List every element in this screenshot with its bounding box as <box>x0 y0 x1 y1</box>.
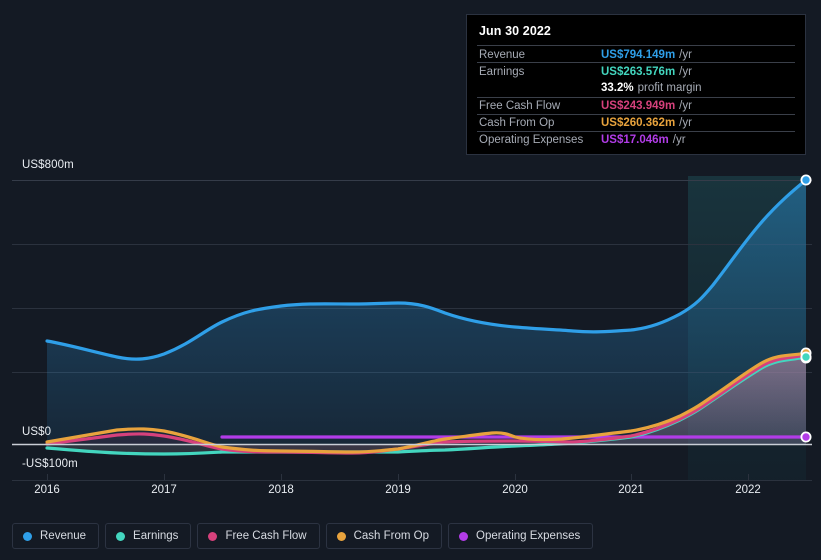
tooltip-key-operating-expenses: Operating Expenses <box>479 134 584 147</box>
x-axis-label-2018: 2018 <box>268 484 294 496</box>
tooltip-unit-operating-expenses: /yr <box>672 134 686 147</box>
legend-item-revenue[interactable]: Revenue <box>12 523 100 549</box>
revenue-endpoint-marker[interactable] <box>800 174 812 186</box>
y-axis-label-negative: -US$100m <box>22 458 78 470</box>
x-axis-label-2017: 2017 <box>151 484 177 496</box>
tooltip-value-earnings: US$263.576m <box>601 65 676 78</box>
x-axis-label-2019: 2019 <box>385 484 411 496</box>
earnings-endpoint-marker[interactable] <box>800 351 812 363</box>
tooltip-row-operating-expenses: Operating Expenses US$17.046m /yr <box>477 130 795 148</box>
x-axis-label-2021: 2021 <box>618 484 644 496</box>
tooltip-value-free-cash-flow: US$243.949m <box>601 100 676 113</box>
tooltip-row-cash-from-op: Cash From Op US$260.362m /yr <box>477 113 795 131</box>
tooltip-row-revenue: Revenue US$794.149m /yr <box>477 45 795 62</box>
tooltip-unit-free-cash-flow: /yr <box>679 100 692 113</box>
tooltip-key-cash-from-op: Cash From Op <box>479 117 555 130</box>
legend-item-earnings[interactable]: Earnings <box>105 523 192 549</box>
legend-dot-operating-expenses-icon <box>459 531 469 541</box>
legend-label-cash-from-op: Cash From Op <box>353 530 430 542</box>
x-axis-label-2020: 2020 <box>502 484 528 496</box>
legend-dot-revenue-icon <box>23 531 32 541</box>
y-axis-label-zero: US$0 <box>22 426 52 438</box>
tooltip-key-free-cash-flow: Free Cash Flow <box>479 100 561 113</box>
chart-tooltip: Jun 30 2022 Revenue US$794.149m /yr Earn… <box>466 14 806 156</box>
legend-dot-earnings-icon <box>116 531 126 541</box>
tooltip-row-profit-margin: 33.2% profit margin <box>477 79 795 96</box>
tooltip-row-earnings: Earnings US$263.576m /yr <box>477 62 795 79</box>
tooltip-key-earnings: Earnings <box>479 65 525 78</box>
legend-item-cash-from-op[interactable]: Cash From Op <box>325 523 443 549</box>
tooltip-value-operating-expenses: US$17.046m <box>601 134 669 147</box>
legend-dot-cash-from-op-icon <box>336 531 346 541</box>
tooltip-row-free-cash-flow: Free Cash Flow US$243.949m /yr <box>477 96 795 114</box>
legend-label-free-cash-flow: Free Cash Flow <box>225 530 307 542</box>
x-tickmarks <box>47 474 749 481</box>
tooltip-unit-earnings: /yr <box>679 65 692 78</box>
x-axis-label-2022: 2022 <box>735 484 761 496</box>
operating-expenses-endpoint-marker[interactable] <box>800 431 812 443</box>
y-axis-label-top: US$800m <box>22 159 74 171</box>
x-axis-label-2016: 2016 <box>34 484 60 496</box>
tooltip-unit-cash-from-op: /yr <box>679 117 692 130</box>
tooltip-key-revenue: Revenue <box>479 48 526 61</box>
financial-performance-chart: US$800m US$0 -US$100m 2016 2017 2018 201… <box>0 0 821 560</box>
legend-label-earnings: Earnings <box>133 530 179 542</box>
legend-item-operating-expenses[interactable]: Operating Expenses <box>448 523 594 549</box>
legend-label-operating-expenses: Operating Expenses <box>476 530 581 542</box>
tooltip-label-profit-margin: profit margin <box>637 81 702 94</box>
tooltip-unit-revenue: /yr <box>679 48 692 61</box>
legend-dot-free-cash-flow-icon <box>208 531 218 541</box>
chart-legend: Revenue Earnings Free Cash Flow Cash Fro… <box>12 523 594 549</box>
tooltip-value-profit-margin: 33.2% <box>601 81 634 94</box>
tooltip-value-cash-from-op: US$260.362m <box>601 117 676 130</box>
tooltip-date: Jun 30 2022 <box>479 24 551 38</box>
tooltip-value-revenue: US$794.149m <box>601 48 676 61</box>
legend-label-revenue: Revenue <box>40 530 87 542</box>
legend-item-free-cash-flow[interactable]: Free Cash Flow <box>197 523 320 549</box>
